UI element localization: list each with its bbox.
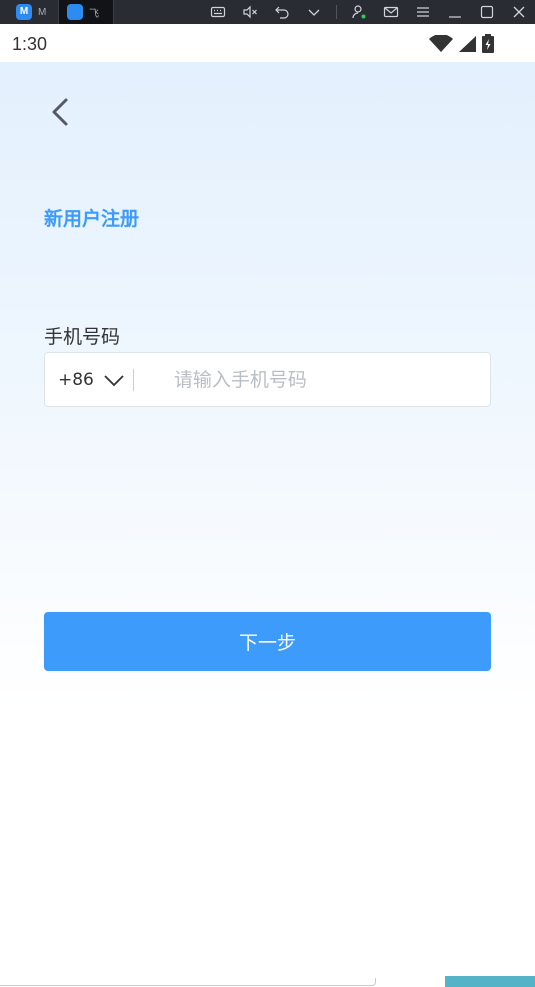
mail-icon[interactable]: [375, 0, 407, 24]
wifi-icon: [429, 35, 453, 52]
minimize-icon[interactable]: [439, 0, 471, 24]
chevron-left-icon: [52, 98, 68, 126]
register-screen: 新用户注册 手机号码 +86 下一步: [0, 62, 535, 987]
phone-input[interactable]: [133, 353, 490, 406]
status-time: 1:30: [12, 34, 48, 54]
battery-icon: [482, 34, 494, 53]
account-icon[interactable]: [343, 0, 375, 24]
back-button[interactable]: [44, 92, 78, 132]
chevron-down-icon[interactable]: [298, 0, 330, 24]
next-button[interactable]: 下一步: [44, 612, 491, 671]
page-title: 新用户注册: [44, 208, 140, 230]
app-fly-icon: [67, 4, 83, 20]
phone-field: +86: [44, 352, 491, 407]
menu-icon[interactable]: [407, 0, 439, 24]
chevron-down-icon: [104, 374, 124, 386]
background-window: [445, 976, 535, 987]
mute-icon[interactable]: [234, 0, 266, 24]
close-icon[interactable]: [503, 0, 535, 24]
toolbar-divider: [336, 5, 337, 19]
emulator-tab-1[interactable]: M M: [8, 0, 58, 24]
emulator-tab-2[interactable]: 飞: [58, 0, 114, 24]
undo-icon[interactable]: [266, 0, 298, 24]
country-code-value: +86: [58, 369, 94, 390]
country-code-select[interactable]: +86: [45, 353, 125, 406]
maximize-icon[interactable]: [471, 0, 503, 24]
phone-label: 手机号码: [44, 326, 121, 348]
status-icons: [429, 34, 495, 54]
signal-icon: [459, 36, 476, 52]
tab-label: M: [38, 6, 47, 18]
emulator-bottom-edge: [0, 976, 535, 987]
status-bar: 1:30: [0, 24, 535, 62]
window-edge: [0, 978, 376, 986]
keyboard-icon[interactable]: [202, 0, 234, 24]
emulator-toolbar: M M 飞: [0, 0, 535, 24]
app-m-icon: M: [16, 4, 32, 20]
tab-label: 飞: [89, 8, 99, 20]
emulator-tools: [202, 0, 535, 24]
